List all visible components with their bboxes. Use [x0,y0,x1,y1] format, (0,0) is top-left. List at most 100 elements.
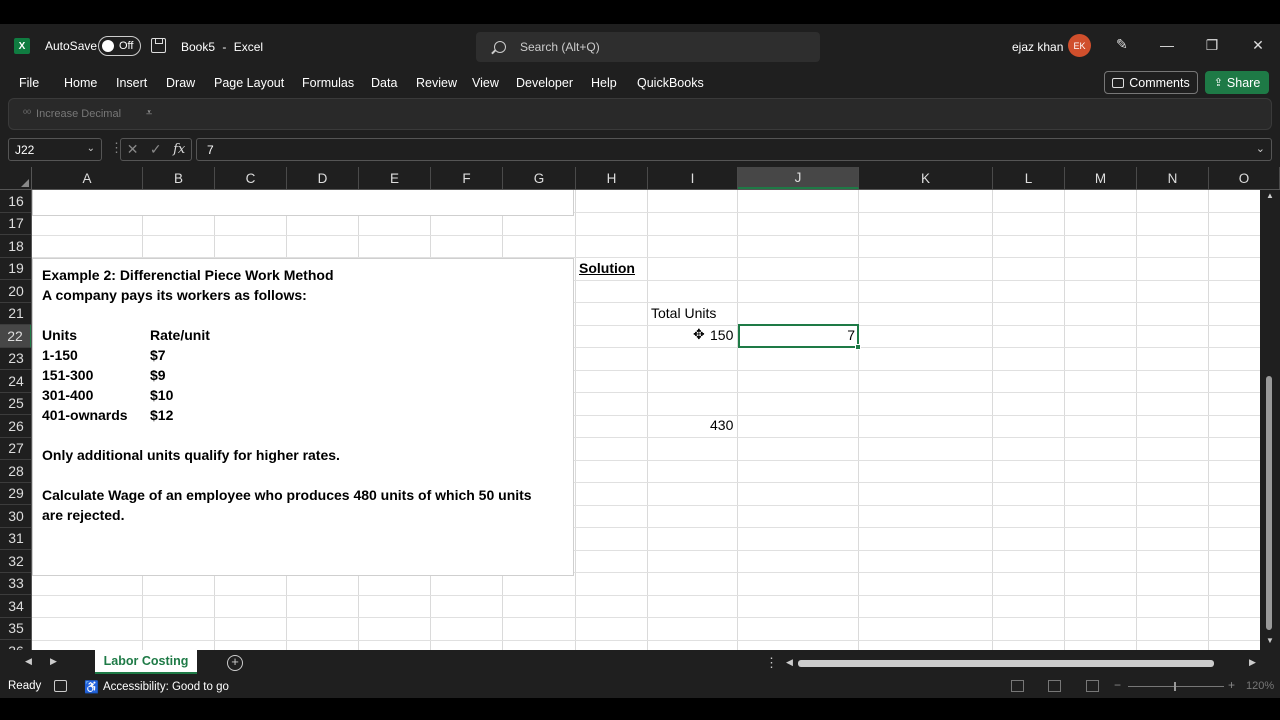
normal-view-icon[interactable] [1011,680,1024,692]
row-header-33[interactable]: 33 [0,573,31,595]
select-all-corner[interactable] [0,167,32,189]
close-icon[interactable]: ✕ [1247,34,1269,56]
menu-home[interactable]: Home [64,76,97,90]
menu-developer[interactable]: Developer [516,76,573,90]
cell-i26[interactable]: 430 [710,417,733,433]
page-layout-view-icon[interactable] [1048,680,1061,692]
column-header-a[interactable]: A [32,167,143,189]
column-header-o[interactable]: O [1209,167,1280,189]
example-text-box[interactable]: Example 2: Differenctial Piece Work Meth… [32,258,574,576]
scroll-up-icon[interactable]: ▲ [1266,191,1274,200]
scroll-down-icon[interactable]: ▼ [1266,636,1274,645]
zoom-level[interactable]: 120% [1246,680,1274,692]
pen-icon[interactable]: ✎ [1116,36,1132,54]
chevron-down-icon[interactable]: ⌄ [87,143,95,154]
cell-i22[interactable]: 150 [710,327,733,343]
row-header-35[interactable]: 35 [0,618,31,640]
row-header-20[interactable]: 20 [0,280,31,303]
vertical-scrollbar[interactable]: ▲ ▼ [1260,190,1280,650]
menu-file[interactable]: File [19,76,39,90]
horizontal-scrollbar[interactable]: ◀ ▶ [786,656,1260,670]
add-sheet-icon[interactable]: + [227,655,243,671]
row-header-18[interactable]: 18 [0,235,31,258]
upper-text-box[interactable] [32,190,574,216]
autosave-toggle[interactable]: Off [98,36,141,56]
cancel-icon[interactable]: ✕ [127,141,139,158]
name-box[interactable]: J22 ⌄ [8,138,102,161]
column-header-d[interactable]: D [287,167,359,189]
expand-formula-icon[interactable]: ⌄ [1256,142,1265,155]
column-header-j[interactable]: J [738,167,859,189]
cell-h19-solution[interactable]: Solution [579,260,635,276]
cell-grid[interactable]: Example 2: Differenctial Piece Work Meth… [32,190,1260,650]
insert-function-icon[interactable]: fx [173,142,185,157]
row-header-36[interactable]: 36 [0,640,31,650]
menu-data[interactable]: Data [371,76,397,90]
row-header-32[interactable]: 32 [0,550,31,573]
row-header-29[interactable]: 29 [0,483,31,505]
zoom-slider-knob[interactable] [1174,682,1176,691]
zoom-out-icon[interactable]: − [1114,678,1121,692]
row-header-26[interactable]: 26 [0,415,31,438]
menu-view[interactable]: View [472,76,499,90]
prev-sheet-icon[interactable]: ◀ [25,656,32,667]
save-icon[interactable] [151,38,166,53]
menu-draw[interactable]: Draw [166,76,195,90]
menu-quickbooks[interactable]: QuickBooks [637,76,704,90]
minimize-icon[interactable]: — [1156,34,1178,56]
column-header-k[interactable]: K [859,167,993,189]
comments-button[interactable]: Comments [1104,71,1198,94]
row-header-31[interactable]: 31 [0,528,31,550]
row-header-30[interactable]: 30 [0,505,31,528]
macro-recording-icon[interactable] [54,680,67,692]
column-header-n[interactable]: N [1137,167,1209,189]
zoom-slider[interactable] [1128,682,1224,691]
row-header-34[interactable]: 34 [0,595,31,618]
share-button[interactable]: ⇪ Share [1205,71,1269,94]
column-header-c[interactable]: C [215,167,287,189]
page-break-view-icon[interactable] [1086,680,1099,692]
formula-input[interactable]: 7 ⌄ [196,138,1272,161]
next-sheet-icon[interactable]: ▶ [50,656,57,667]
menu-page-layout[interactable]: Page Layout [214,76,284,90]
horizontal-scroll-thumb[interactable] [798,660,1214,667]
zoom-in-icon[interactable]: + [1228,678,1235,692]
cell-i21-total-units[interactable]: Total Units [651,305,716,321]
column-header-h[interactable]: H [576,167,648,189]
restore-icon[interactable]: ❐ [1201,34,1223,56]
row-header-28[interactable]: 28 [0,460,31,483]
vertical-scroll-thumb[interactable] [1266,376,1272,630]
column-header-f[interactable]: F [431,167,503,189]
avatar[interactable]: EK [1068,34,1091,57]
row-header-16[interactable]: 16 [0,190,31,213]
column-header-g[interactable]: G [503,167,576,189]
increase-decimal-button[interactable]: ⁰⁰ Increase Decimal [23,108,121,120]
row-header-21[interactable]: 21 [0,303,31,325]
column-header-e[interactable]: E [359,167,431,189]
accessibility-status[interactable]: ♿ Accessibility: Good to go [84,680,229,694]
sheet-tab-labor-costing[interactable]: Labor Costing [95,650,197,674]
row-header-17[interactable]: 17 [0,213,31,235]
selected-cell-j22[interactable]: 7 [738,324,861,350]
search-box[interactable]: Search (Alt+Q) [476,32,820,62]
column-header-i[interactable]: I [648,167,738,189]
menu-formulas[interactable]: Formulas [302,76,354,90]
row-header-19[interactable]: 19 [0,258,31,280]
fill-handle[interactable] [855,344,861,350]
row-header-25[interactable]: 25 [0,393,31,415]
menu-review[interactable]: Review [416,76,457,90]
ribbon-options-icon[interactable]: ⩡ [146,107,152,120]
menu-insert[interactable]: Insert [116,76,147,90]
row-header-24[interactable]: 24 [0,370,31,393]
row-header-22[interactable]: 22 [0,325,31,348]
column-header-b[interactable]: B [143,167,215,189]
row-header-27[interactable]: 27 [0,438,31,460]
row-header-23[interactable]: 23 [0,348,31,370]
scroll-left-icon[interactable]: ◀ [786,657,793,668]
column-header-l[interactable]: L [993,167,1065,189]
menu-help[interactable]: Help [591,76,617,90]
scroll-right-icon[interactable]: ▶ [1249,657,1256,668]
column-header-m[interactable]: M [1065,167,1137,189]
sheet-options-icon[interactable]: ⋮ [765,655,778,671]
user-name[interactable]: ejaz khan [1012,40,1063,54]
